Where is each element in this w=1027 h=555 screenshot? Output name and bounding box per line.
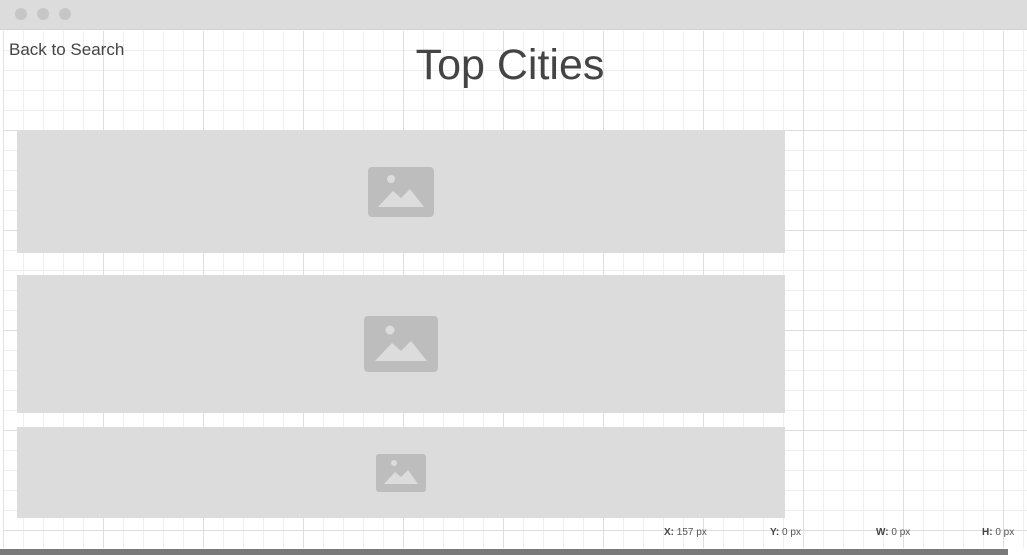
page-title: Top Cities xyxy=(415,41,605,89)
coordinates-status-bar: X: 157 px Y: 0 px W: 0 px H: 0 px xyxy=(0,524,1027,542)
app-window: Back to Search Top Cities X: 157 px Y: 0… xyxy=(0,0,1027,555)
minimize-window-button[interactable] xyxy=(37,8,49,20)
city-card-1[interactable] xyxy=(17,131,785,253)
city-card-3[interactable] xyxy=(17,427,785,518)
image-placeholder-icon xyxy=(364,316,438,372)
x-readout: X: 157 px xyxy=(664,527,707,538)
image-placeholder-icon xyxy=(368,167,434,217)
y-readout: Y: 0 px xyxy=(770,527,801,538)
height-readout: H: 0 px xyxy=(982,527,1015,538)
image-placeholder-icon xyxy=(376,453,426,492)
window-titlebar xyxy=(0,0,1027,30)
horizontal-scrollbar[interactable] xyxy=(0,549,1008,555)
city-card-2[interactable] xyxy=(17,275,785,413)
zoom-window-button[interactable] xyxy=(59,8,71,20)
width-readout: W: 0 px xyxy=(876,527,911,538)
close-window-button[interactable] xyxy=(15,8,27,20)
